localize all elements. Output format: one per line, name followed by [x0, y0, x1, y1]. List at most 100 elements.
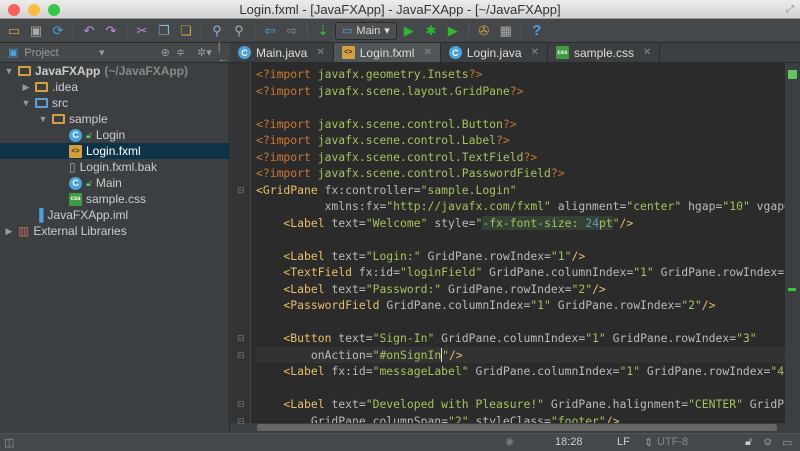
code-line: <Button text="Sign-In" GridPane.columnIn…	[256, 330, 785, 347]
main-toolbar: ▭ ▣ ⟳ ↶ ↷ ✂ ❐ ❏ ⚲ ⚲ ⇦ ⇨ ⇣ ▭ Main ▾ ▶ ✱ ▶ ✇…	[0, 19, 800, 43]
code-token: "4"	[770, 364, 785, 378]
undo-icon[interactable]: ↶	[79, 21, 99, 41]
code-token: text=	[331, 248, 366, 263]
debug-icon[interactable]: ✱	[421, 21, 441, 41]
code-token: GridPane.rowIndex=	[550, 298, 682, 312]
forward-icon[interactable]: ⇨	[282, 21, 302, 41]
code-token: hgap=	[681, 199, 723, 213]
code-token: ?>	[468, 67, 483, 81]
tab-login-java[interactable]: C Login.java ✕	[441, 43, 548, 62]
tree-item[interactable]: ▼ JavaFXApp (~/JavaFXApp)	[0, 63, 229, 79]
close-tab-icon[interactable]: ✕	[643, 47, 651, 58]
collapsed-arrow-icon[interactable]: ▶	[4, 226, 14, 237]
chevron-down-icon: ▾	[384, 25, 390, 37]
fold-marker-icon[interactable]: ⊟	[237, 333, 245, 344]
code-line: <Label text="Developed with Pleasure!" G…	[256, 396, 785, 413]
code-line: <?import javafx.scene.control.Label?>	[256, 132, 785, 149]
code-line: <Label text="Welcome" style= " -fx-font-si…	[256, 215, 785, 232]
tree-item[interactable]: ▐ JavaFXApp.iml	[0, 207, 229, 223]
tree-item-label: JavaFXApp	[35, 64, 101, 78]
coverage-icon[interactable]: ▶	[443, 21, 463, 41]
collapse-all-icon[interactable]: ≑	[176, 46, 185, 59]
cut-icon[interactable]: ✂	[132, 21, 152, 41]
save-icon[interactable]: ▣	[26, 21, 46, 41]
fold-marker-icon[interactable]: ⊟	[237, 350, 245, 361]
code-token: <?import	[256, 83, 318, 98]
hector-icon[interactable]: ☺	[762, 436, 773, 448]
build-icon[interactable]: ⇣	[313, 21, 333, 41]
inspection-icon[interactable]: ✺	[505, 436, 514, 449]
code-line: xmlns:fx="http://javafx.com/fxml" alignm…	[256, 198, 785, 215]
run-configuration-select[interactable]: ▭ Main ▾	[335, 21, 397, 40]
code-token: javafx.geometry.Insets	[317, 67, 469, 81]
copy-icon[interactable]: ❐	[154, 21, 174, 41]
paste-icon[interactable]: ❏	[176, 21, 196, 41]
code-token: />	[592, 281, 606, 296]
fullscreen-icon[interactable]: ⤢	[786, 0, 794, 19]
settings-wrench-icon[interactable]: ✇	[474, 21, 494, 41]
file-encoding[interactable]: UTF-8	[657, 436, 688, 448]
back-icon[interactable]: ⇦	[260, 21, 280, 41]
code-token: GridPane.halignment=	[544, 397, 689, 411]
code-token: javafx.scene.layout.GridPane	[317, 83, 510, 98]
event-log-icon[interactable]: ▭	[782, 436, 792, 449]
hide-panel-icon[interactable]: |←	[218, 41, 230, 65]
close-tab-icon[interactable]: ✕	[531, 47, 539, 58]
close-tab-icon[interactable]: ✕	[316, 47, 324, 58]
expanded-arrow-icon[interactable]: ▼	[4, 66, 14, 76]
project-view-select[interactable]: Project	[24, 47, 93, 59]
code-token: />	[449, 347, 463, 362]
code-token: GridPane.rowIndex=	[441, 281, 572, 296]
close-tab-icon[interactable]: ✕	[423, 47, 431, 58]
expanded-arrow-icon[interactable]: ▼	[21, 98, 31, 108]
window-title: Login.fxml - [JavaFXApp] - JavaFXApp - […	[239, 2, 561, 17]
zoom-window-button[interactable]	[48, 4, 60, 16]
library-icon: ▥	[18, 224, 30, 238]
code-token: fx:id=	[358, 265, 401, 279]
tree-item[interactable]: ▶ ▥ External Libraries	[0, 223, 229, 239]
horizontal-scrollbar[interactable]	[251, 423, 785, 433]
tree-item-label: Main	[95, 176, 122, 190]
expanded-arrow-icon[interactable]: ▼	[38, 114, 48, 124]
error-stripe[interactable]	[785, 63, 800, 433]
tab-login-fxml[interactable]: <> Login.fxml ✕	[333, 43, 441, 62]
code-editor[interactable]: <?import javafx.geometry.Insets?> <?impor…	[251, 63, 785, 423]
tree-item[interactable]: css sample.css	[0, 191, 229, 207]
tree-item[interactable]: ▶ .idea	[0, 79, 229, 95]
code-token: "footer"	[550, 413, 606, 424]
line-separator[interactable]: LF	[617, 436, 630, 448]
minimize-window-button[interactable]	[28, 4, 40, 16]
code-token: />	[571, 248, 586, 263]
tree-item[interactable]: ▯ Login.fxml.bak	[0, 159, 229, 175]
scrollbar-thumb[interactable]	[257, 424, 777, 431]
tab-sample-css[interactable]: css sample.css ✕	[548, 43, 661, 62]
chevron-down-icon[interactable]: ▾	[99, 46, 105, 59]
gear-icon[interactable]: ✲▾	[197, 46, 212, 59]
project-structure-icon[interactable]: ▦	[496, 21, 516, 41]
collapsed-arrow-icon[interactable]: ▶	[21, 82, 31, 93]
sync-icon[interactable]: ⟳	[48, 21, 68, 41]
fold-marker-icon[interactable]: ⊟	[237, 399, 245, 410]
close-window-button[interactable]	[8, 4, 20, 16]
fold-marker-icon[interactable]: ⊟	[237, 416, 245, 427]
tree-item[interactable]: ▼ sample	[0, 111, 229, 127]
help-icon[interactable]: ?	[527, 21, 547, 41]
find-icon[interactable]: ⚲	[207, 21, 227, 41]
tab-main-java[interactable]: C Main.java ✕	[230, 43, 334, 62]
code-token: "messageLabel"	[372, 364, 469, 378]
tree-item[interactable]: <> Login.fxml	[0, 143, 229, 159]
redo-icon[interactable]: ↷	[101, 21, 121, 41]
tree-item[interactable]: C 🔓︎ Main	[0, 175, 229, 191]
lock-icon[interactable]: 🔓︎	[745, 436, 752, 449]
tree-item[interactable]: C 🔓︎ Login	[0, 127, 229, 143]
tree-item[interactable]: ▼ src	[0, 95, 229, 111]
code-content[interactable]: <?import javafx.geometry.Insets?> <?impor…	[256, 66, 785, 423]
run-icon[interactable]: ▶	[399, 21, 419, 41]
caret-position[interactable]: 18:28	[555, 436, 583, 448]
replace-icon[interactable]: ⚲	[229, 21, 249, 41]
code-token: xmlns:fx=	[256, 199, 387, 213]
scroll-from-source-icon[interactable]: ⊕	[161, 46, 170, 59]
fold-marker-icon[interactable]: ⊟	[237, 185, 245, 196]
tool-windows-icon[interactable]: ◫	[4, 436, 14, 449]
open-folder-icon[interactable]: ▭	[4, 21, 24, 41]
